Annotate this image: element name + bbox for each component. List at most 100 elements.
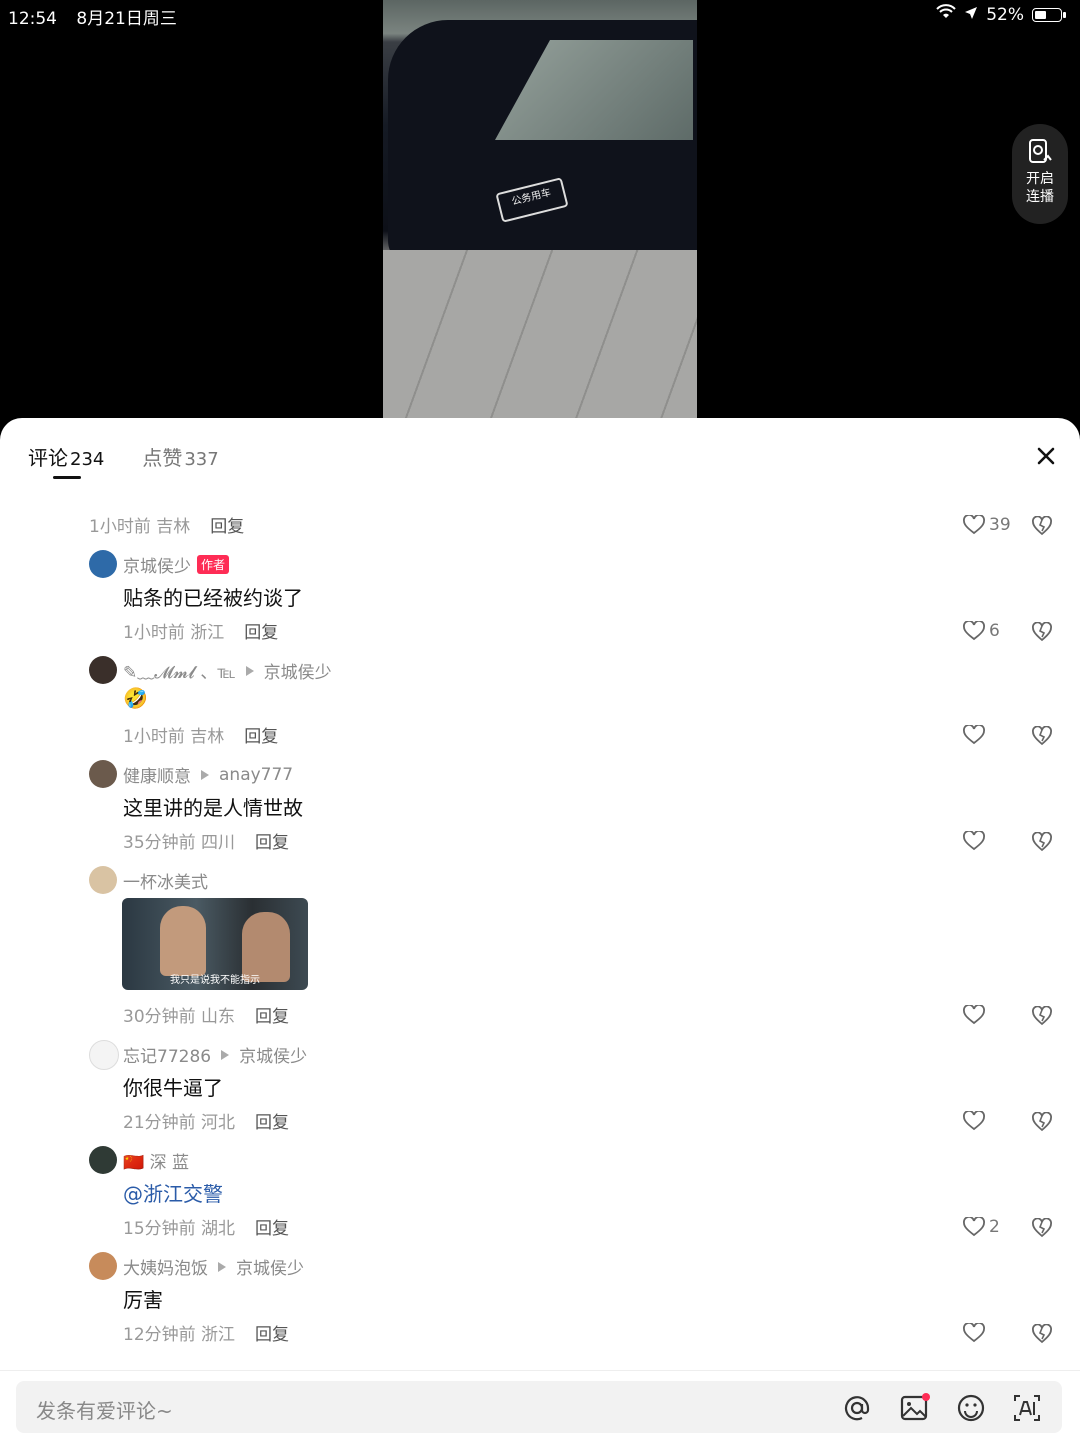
like-button[interactable]: 6 — [963, 621, 1000, 641]
heart-icon — [963, 725, 985, 745]
reply-arrow-icon — [245, 665, 254, 676]
heart-icon — [963, 831, 985, 851]
comment-image[interactable]: 我只是说我不能指示 — [122, 898, 308, 990]
reply-button[interactable]: 回复 — [255, 1007, 289, 1027]
comment-meta: 30分钟前 山东 回复 — [123, 1007, 290, 1027]
heart-icon — [963, 515, 985, 535]
comment-meta: 12分钟前 浙江 回复 — [123, 1325, 290, 1345]
reply-arrow-icon — [218, 1261, 226, 1272]
avatar[interactable] — [89, 1040, 119, 1070]
battery-percent: 52% — [986, 4, 1024, 25]
dislike-icon[interactable] — [1032, 1217, 1052, 1238]
tab-likes[interactable]: 点赞 337 — [142, 442, 218, 471]
autoplay-label-2: 连播 — [1026, 189, 1054, 205]
like-button[interactable] — [963, 1111, 989, 1131]
dislike-icon[interactable] — [1032, 1005, 1052, 1026]
comment-input-placeholder: 发条有爱评论~ — [36, 1399, 173, 1423]
comment-meta: 1小时前 吉林 回复 — [123, 727, 279, 747]
dislike-icon[interactable] — [1032, 725, 1052, 746]
like-button[interactable]: 2 — [963, 1217, 1000, 1237]
emoji-icon[interactable] — [956, 1393, 986, 1423]
tab-likes-count: 337 — [184, 449, 219, 470]
video-ground — [383, 250, 697, 420]
comment-author[interactable]: 京城侯少 作者 — [123, 552, 230, 577]
comment-author[interactable]: 忘记77286 京城侯少 — [123, 1042, 307, 1067]
close-icon[interactable] — [1034, 444, 1058, 468]
comment-author[interactable]: 🇨🇳 深 蓝 — [123, 1148, 189, 1173]
comment-input-bar: 发条有爱评论~ — [0, 1370, 1080, 1440]
avatar[interactable] — [89, 1252, 117, 1280]
comment-text: 这里讲的是人情世故 — [123, 796, 303, 820]
tab-comments-label: 评论 — [28, 446, 68, 470]
dislike-icon[interactable] — [1032, 621, 1052, 642]
tab-likes-label: 点赞 — [142, 446, 183, 470]
dislike-icon[interactable] — [1032, 1111, 1052, 1132]
status-date: 8月21日周三 — [76, 9, 177, 29]
comment-text: 🤣 — [123, 686, 148, 710]
comment-meta: 1小时前 吉林 回复 — [89, 517, 245, 537]
heart-icon — [963, 621, 985, 641]
tab-comments-count: 234 — [70, 449, 105, 470]
dislike-icon[interactable] — [1032, 515, 1052, 536]
reply-to-user[interactable]: 京城侯少 — [239, 1042, 307, 1067]
image-figure-left — [160, 906, 206, 976]
video-player[interactable]: 公务用车 — [383, 0, 697, 420]
reply-button[interactable]: 回复 — [255, 1219, 289, 1239]
dislike-icon[interactable] — [1032, 1323, 1052, 1344]
reply-button[interactable]: 回复 — [255, 1325, 289, 1345]
battery-icon — [1032, 7, 1066, 22]
autoplay-label-1: 开启 — [1026, 171, 1054, 187]
like-button[interactable] — [963, 1323, 989, 1343]
reply-arrow-icon — [221, 1049, 230, 1060]
comment-text: @浙江交警 — [123, 1182, 223, 1206]
heart-icon — [963, 1005, 985, 1025]
mention-icon[interactable] — [842, 1393, 872, 1423]
avatar[interactable] — [89, 1146, 117, 1174]
comment-author[interactable]: 一杯冰美式 — [123, 868, 208, 893]
wifi-icon — [936, 4, 956, 25]
like-button[interactable] — [963, 725, 989, 745]
heart-icon — [963, 1217, 985, 1237]
image-icon[interactable] — [900, 1393, 930, 1423]
autoplay-icon — [1028, 138, 1052, 166]
comment-text: 你很牛逼了 — [123, 1076, 223, 1100]
reply-to-user[interactable]: anay777 — [219, 765, 293, 785]
heart-icon — [963, 1111, 985, 1131]
comment-meta: 21分钟前 河北 回复 — [123, 1113, 290, 1133]
reply-button[interactable]: 回复 — [210, 517, 244, 537]
reply-to-user[interactable]: 京城侯少 — [264, 658, 332, 683]
comment-author[interactable]: 大姨妈泡饭 京城侯少 — [123, 1254, 304, 1279]
tab-comments[interactable]: 评论 234 — [28, 442, 105, 479]
reply-to-user[interactable]: 京城侯少 — [236, 1254, 304, 1279]
comment-author[interactable]: ✎﹏𝓜𝓶𝓵 、℡ 京城侯少 — [123, 658, 332, 683]
comment-input[interactable]: 发条有爱评论~ — [16, 1381, 1062, 1433]
avatar[interactable] — [89, 866, 117, 894]
like-button[interactable]: 39 — [963, 515, 1011, 535]
heart-icon — [963, 1323, 985, 1343]
like-count: 6 — [989, 621, 1000, 641]
comment-sheet: 评论 234 点赞 337 1小时前 吉林 回复 39 京城侯少 作者 贴条的已经被约谈… — [0, 418, 1080, 1440]
comment-meta: 35分钟前 四川 回复 — [123, 833, 290, 853]
dislike-icon[interactable] — [1032, 831, 1052, 852]
reply-button[interactable]: 回复 — [244, 727, 278, 747]
comment-text: 厉害 — [123, 1288, 163, 1312]
like-count: 39 — [989, 515, 1011, 535]
reply-button[interactable]: 回复 — [255, 1113, 289, 1133]
comment-author[interactable]: 健康顺意 anay777 — [123, 762, 293, 788]
location-icon — [964, 5, 978, 25]
ai-icon[interactable] — [1012, 1393, 1042, 1423]
avatar[interactable] — [89, 656, 117, 684]
comment-text: 贴条的已经被约谈了 — [123, 586, 303, 610]
like-button[interactable] — [963, 831, 989, 851]
reply-button[interactable]: 回复 — [255, 833, 289, 853]
avatar[interactable] — [89, 550, 117, 578]
comment-tabs: 评论 234 点赞 337 — [28, 442, 219, 479]
author-badge: 作者 — [197, 555, 230, 574]
avatar[interactable] — [89, 760, 117, 788]
like-button[interactable] — [963, 1005, 989, 1025]
image-caption: 我只是说我不能指示 — [170, 975, 260, 986]
comment-meta: 15分钟前 湖北 回复 — [123, 1219, 290, 1239]
status-time: 12:54 — [8, 9, 57, 29]
autoplay-button[interactable]: 开启 连播 — [1012, 124, 1068, 224]
reply-button[interactable]: 回复 — [244, 623, 278, 643]
